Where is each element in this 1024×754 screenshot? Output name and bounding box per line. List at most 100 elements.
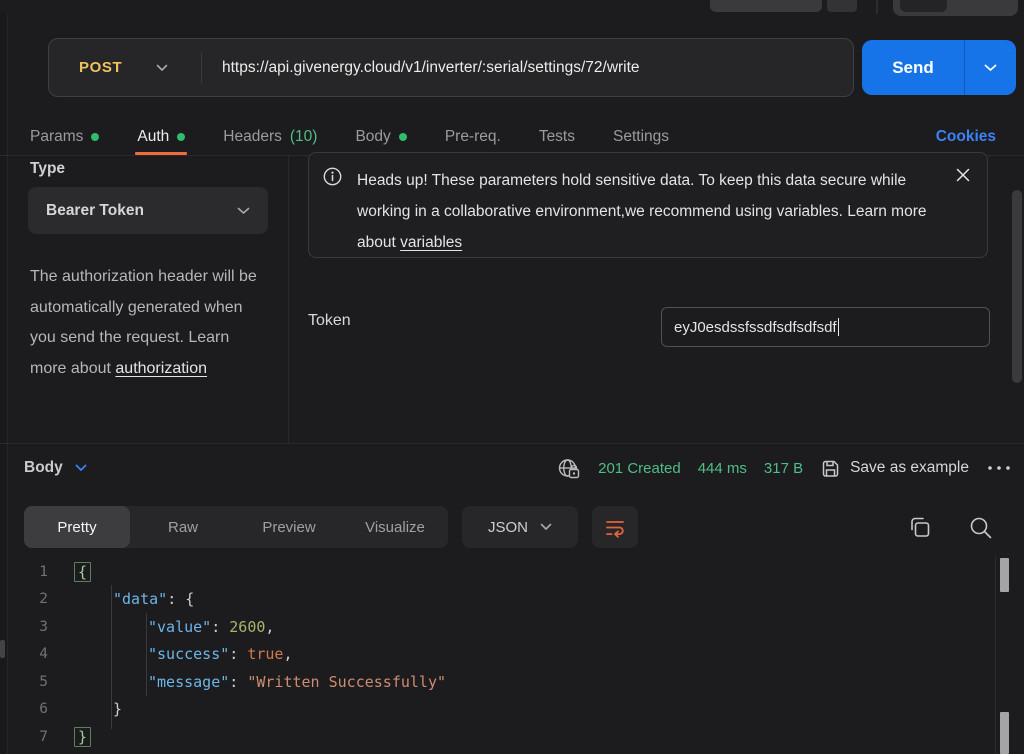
code-text: "data": { [62,590,194,608]
network-lock-icon[interactable] [558,458,581,479]
code-text: "value": 2600, [62,618,274,636]
code-token-brace-hl: } [74,727,91,747]
wrap-lines-icon [604,516,626,538]
text-caret [838,318,840,336]
format-label: JSON [488,519,528,536]
code-line[interactable]: 4"success": true, [0,641,995,669]
code-token-brace-hl: { [74,562,91,582]
view-visualize[interactable]: Visualize [342,506,448,548]
toolbar-divider [876,0,878,14]
code-line[interactable]: 2"data": { [0,586,995,614]
tab-label: Tests [539,128,575,146]
chevron-down-icon [984,64,997,72]
method-dropdown[interactable]: POST [49,59,201,76]
code-token-str: "Written Successfully" [247,673,446,691]
toolbar-right [907,514,994,541]
response-header: Body 201 Created 444 ms 317 B Save as ex… [0,444,1024,492]
response-toolbar: Pretty Raw Preview Visualize JSON [0,506,1024,548]
token-input[interactable]: eyJ0esdssfssdfsdfsdfsdf [661,307,990,347]
token-label: Token [308,312,351,330]
green-dot-icon [91,133,99,141]
format-dropdown[interactable]: JSON [462,506,578,548]
close-icon[interactable] [955,167,971,183]
more-options-icon[interactable] [986,463,1012,473]
code-line[interactable]: 6} [0,696,995,724]
code-token-punc: : [229,673,247,691]
response-meta: 201 Created 444 ms 317 B Save as example [558,458,1012,479]
view-switcher: Pretty Raw Preview Visualize [24,506,448,548]
response-body-toggle[interactable]: Body [24,459,87,477]
variables-link[interactable]: variables [400,234,462,251]
code-token-punc: : [211,618,229,636]
tab-auth[interactable]: Auth [137,118,185,155]
cookies-link[interactable]: Cookies [936,128,996,146]
panel-divider [288,156,289,443]
wrap-lines-button[interactable] [592,506,638,548]
scrollbar-thumb[interactable] [1012,190,1022,383]
status-badge[interactable]: 201 Created [598,460,681,477]
code-token-punc: : { [167,590,194,608]
line-number: 7 [0,729,62,745]
view-pretty[interactable]: Pretty [24,506,130,548]
info-icon [323,167,342,186]
tab-label: Pre-req. [445,128,501,146]
response-code-editor[interactable]: 1{2"data": {3"value": 2600,4"success": t… [0,558,995,754]
code-line[interactable]: 5"message": "Written Successfully" [0,668,995,696]
toolbar-fragment [710,0,822,12]
headers-count: (10) [290,128,318,146]
tab-params[interactable]: Params [30,118,99,155]
code-scrollbar-thumb[interactable] [1000,712,1009,754]
toolbar-fragment [900,0,947,12]
tab-label: Headers [223,128,282,146]
tab-body[interactable]: Body [355,118,406,155]
code-token-key: "value" [148,618,211,636]
tab-pre-req[interactable]: Pre-req. [445,118,501,155]
authorization-link[interactable]: authorization [115,360,207,377]
auth-description: The authorization header will be automat… [30,262,268,384]
token-value: eyJ0esdssfssdfsdfsdfsdf [674,319,837,336]
code-token-punc: : [229,645,247,663]
code-token-punc: } [113,700,122,718]
toolbar-fragment [827,0,857,12]
auth-type-label: Type [30,160,65,178]
code-token-bool: true [247,645,283,663]
indent-guide [111,585,112,729]
send-button[interactable]: Send [862,40,1016,95]
auth-type-select[interactable]: Bearer Token [28,187,268,234]
view-preview[interactable]: Preview [236,506,342,548]
search-icon[interactable] [967,514,994,541]
copy-icon[interactable] [907,514,933,541]
request-tabs: Params Auth Headers (10) Body Pre-req. T… [0,118,1024,155]
code-scrollbar-thumb[interactable] [1000,558,1009,592]
code-token-key: "success" [148,645,229,663]
banner-text: Heads up! These parameters hold sensitiv… [357,165,929,258]
line-number: 2 [0,591,62,607]
send-options-chevron[interactable] [965,64,1016,72]
code-line[interactable]: 3"value": 2600, [0,613,995,641]
view-raw[interactable]: Raw [130,506,236,548]
request-url-bar: POST [48,38,854,97]
save-as-example-button[interactable]: Save as example [820,458,969,479]
chevron-down-icon [237,207,250,215]
code-token-num: 2600 [229,618,265,636]
code-token-punc: , [265,618,274,636]
postman-window: POST Send Params Auth Headers (10) Body [0,0,1024,754]
chevron-down-icon [156,64,168,72]
line-number: 1 [0,564,62,580]
tab-tests[interactable]: Tests [539,118,575,155]
code-line[interactable]: 7} [0,723,995,751]
send-label: Send [862,58,964,78]
save-as-example-label: Save as example [850,459,969,477]
line-number: 6 [0,701,62,717]
url-input[interactable] [202,59,853,77]
tab-headers[interactable]: Headers (10) [223,118,317,155]
tab-label: Settings [613,128,669,146]
response-size[interactable]: 317 B [764,460,803,477]
green-dot-icon [177,133,185,141]
code-token-key: "data" [113,590,167,608]
response-time[interactable]: 444 ms [698,460,747,477]
tab-settings[interactable]: Settings [613,118,669,155]
line-number: 3 [0,619,62,635]
tab-label: Body [355,128,390,146]
code-line[interactable]: 1{ [0,558,995,586]
